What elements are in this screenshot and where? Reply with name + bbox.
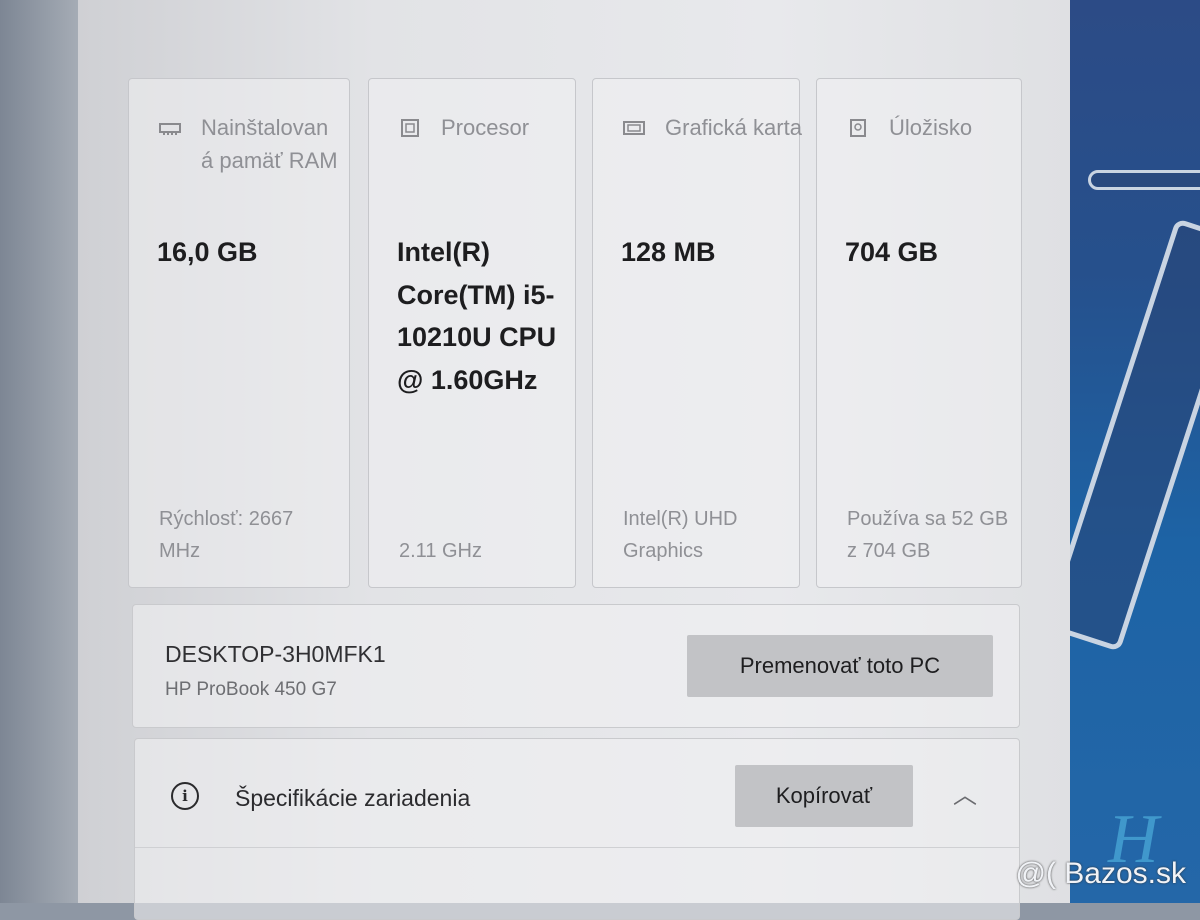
storage-usage: Používa sa 52 GB z 704 GB <box>847 508 1009 562</box>
wallpaper-shape <box>1068 218 1200 652</box>
graphics-card: Grafická karta 128 MB Intel(R) UHD Graph… <box>592 78 802 588</box>
device-model: HP ProBook 450 G7 <box>165 679 337 700</box>
processor-icon <box>401 119 419 137</box>
processor-card: Procesor Intel(R) Core(TM) i5-10210U CPU… <box>368 78 576 588</box>
specifications-header[interactable]: i Špecifikácie zariadenia Kopírovať ︿ <box>135 739 1019 848</box>
info-icon: i <box>171 782 199 810</box>
processor-speed: 2.11 GHz <box>399 540 482 562</box>
graphics-name: Intel(R) UHD Graphics <box>623 508 738 562</box>
processor-label: Procesor <box>441 115 530 140</box>
storage-label: Úložisko <box>889 115 973 140</box>
rename-pc-button[interactable]: Premenovať toto PC <box>687 635 993 697</box>
device-name-section: DESKTOP-3H0MFK1 HP ProBook 450 G7 Premen… <box>132 604 1020 728</box>
hardware-cards: Nainštalovan á pamäť RAM 16,0 GB Rýchlos… <box>122 78 1022 588</box>
storage-icon <box>850 119 866 137</box>
processor-value: Intel(R) Core(TM) i5-10210U CPU @ 1.60GH… <box>397 237 557 395</box>
graphics-value: 128 MB <box>621 237 716 267</box>
graphics-label: Grafická karta <box>665 115 802 140</box>
watermark: @( Bazos.sk <box>1015 857 1187 890</box>
wallpaper-shape <box>1088 170 1200 190</box>
copy-button[interactable]: Kopírovať <box>735 765 913 827</box>
desktop-wallpaper: H <box>1068 0 1200 903</box>
device-specifications-section: i Špecifikácie zariadenia Kopírovať ︿ <box>134 738 1020 920</box>
ram-speed: Rýchlosť: 2667 MHz <box>159 508 294 562</box>
storage-value: 704 GB <box>845 237 939 267</box>
storage-card: Úložisko 704 GB Používa sa 52 GB z 704 G… <box>816 78 1022 588</box>
ram-icon <box>159 123 181 135</box>
chevron-up-icon[interactable]: ︿ <box>953 775 977 810</box>
desktop-background-left <box>0 0 80 903</box>
ram-value: 16,0 GB <box>157 237 258 267</box>
settings-about-panel: Nainštalovan á pamäť RAM 16,0 GB Rýchlos… <box>78 0 1070 920</box>
ram-card: Nainštalovan á pamäť RAM 16,0 GB Rýchlos… <box>128 78 350 588</box>
ram-label: Nainštalovan á pamäť RAM <box>201 115 338 173</box>
device-name: DESKTOP-3H0MFK1 <box>165 641 386 667</box>
specifications-title: Špecifikácie zariadenia <box>235 785 471 811</box>
graphics-card-icon <box>623 121 645 135</box>
